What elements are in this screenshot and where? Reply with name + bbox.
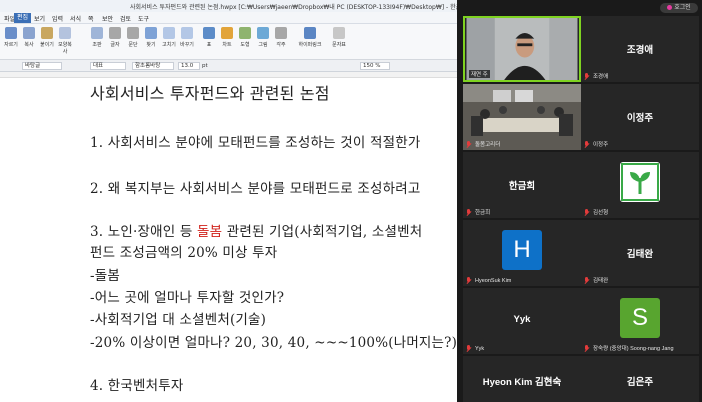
font-icon — [109, 27, 121, 39]
format-bar: 바탕글 대표 함초롬바탕 13.0 pt 150 % — [0, 60, 457, 72]
avatar: H — [502, 230, 542, 270]
zoom-select[interactable]: 150 % — [360, 62, 390, 70]
hwp-editor: 사회서비스 투자펀드와 관련된 논점.hwpx [C:₩Users₩jaeen₩… — [0, 0, 457, 402]
link-icon — [304, 27, 316, 39]
char-button[interactable]: 글자 — [106, 27, 124, 48]
find-button[interactable]: 찾기 — [142, 27, 160, 48]
highlighted-text: 돌봄 — [196, 224, 223, 240]
muted-mic-icon — [584, 209, 590, 216]
doc-line-7: -사회적기업 대 소셜벤처(기술) — [90, 312, 267, 328]
shape-button[interactable]: 도형 — [236, 27, 254, 48]
participant-tile[interactable]: Yyk Yyk — [463, 288, 581, 354]
search-icon — [145, 27, 157, 39]
muted-mic-icon — [584, 345, 590, 352]
doc-line-3: 3. 노인·장애인 등 돌봄 관련된 기업(사회적기업, 소셜벤처 — [90, 224, 423, 240]
cut-button[interactable]: 자르기 — [2, 27, 20, 48]
image-icon — [257, 27, 269, 39]
participant-tile[interactable]: 김은주 — [581, 356, 699, 402]
font-select[interactable]: 함초롬바탕 — [132, 62, 174, 70]
menu-view[interactable]: 보기 — [34, 14, 45, 23]
table-icon — [203, 27, 215, 39]
brush-icon — [59, 27, 71, 39]
menu-page[interactable]: 쪽 — [88, 14, 94, 23]
chart-icon — [221, 27, 233, 39]
doc-line-1: 1. 사회서비스 분야에 모태펀드를 조성하는 것이 적절한가 — [90, 135, 421, 151]
font-type-select[interactable]: 대표 — [90, 62, 126, 70]
font-size-unit: pt — [202, 63, 208, 69]
paragraph-button[interactable]: 문단 — [124, 27, 142, 48]
footnote-icon — [275, 27, 287, 39]
doc-line-4: 펀드 조성금액의 20% 미상 투자 — [90, 245, 278, 261]
doc-line-2: 2. 왜 복지부는 사회서비스 분야를 모태펀드로 조성하려고 — [90, 181, 421, 197]
muted-mic-icon — [466, 345, 472, 352]
menu-format[interactable]: 서식 — [70, 14, 81, 23]
copy-button[interactable]: 복사 — [20, 27, 38, 48]
participant-tile[interactable]: 돌봄고리더 — [463, 84, 581, 150]
paste-icon — [41, 27, 53, 39]
layout-button[interactable]: 조판 — [88, 27, 106, 48]
participant-tile[interactable]: 한금희 한금희 — [463, 152, 581, 218]
document-body[interactable]: 사회서비스 투자펀드와 관련된 논점 1. 사회서비스 분야에 모태펀드를 조성… — [0, 78, 457, 402]
font-size-input[interactable]: 13.0 — [178, 62, 200, 70]
doc-line-9: 4. 한국벤처투자 — [90, 378, 184, 394]
menu-insert[interactable]: 입력 — [52, 14, 63, 23]
participant-tile[interactable]: 이정주 이정주 — [581, 84, 699, 150]
window-title: 사회서비스 투자펀드와 관련된 논점.hwpx [C:₩Users₩jaeen₩… — [130, 4, 457, 11]
modify-button[interactable]: 고치기 — [160, 27, 178, 48]
menu-bar: 파일 편집 보기 입력 서식 쪽 보안 검토 도구 — [0, 12, 457, 24]
format-painter-button[interactable]: 모양복사 — [56, 27, 74, 55]
copy-icon — [23, 27, 35, 39]
symbol-button[interactable]: 문자표 — [330, 27, 348, 48]
doc-line-5: -돌봄 — [90, 268, 121, 284]
doc-line-6: -어느 곳에 얼마나 투자할 것인가? — [90, 290, 285, 306]
menu-security[interactable]: 보안 — [102, 14, 113, 23]
muted-mic-icon — [584, 141, 590, 148]
plant-icon — [620, 162, 660, 202]
participant-tile[interactable]: S 장숙량 (중앙대) Soong-nang Jang — [581, 288, 699, 354]
edit-icon — [163, 27, 175, 39]
participant-tile[interactable]: 조경애 조경애 — [581, 16, 699, 82]
chart-button[interactable]: 차트 — [218, 27, 236, 48]
paste-button[interactable]: 붙이기 — [38, 27, 56, 48]
video-call-panel: 호그인 재연 주 조경애 조경애 돌봄고리더 이정주 이정주 한금희 한금희 김… — [457, 0, 702, 402]
muted-mic-icon — [466, 209, 472, 216]
zoom-topbar: 호그인 — [457, 0, 702, 16]
paragraph-icon — [127, 27, 139, 39]
avatar: S — [620, 298, 660, 338]
menu-edit[interactable]: 편집 — [14, 13, 32, 23]
participant-tile[interactable]: 김선형 — [581, 152, 699, 218]
symbol-icon — [333, 27, 345, 39]
doc-line-8: -20% 이상이면 얼마나? 20, 30, 40, ~~~100%(나머지는?… — [90, 335, 457, 351]
ribbon-toolbar: 자르기 복사 붙이기 모양복사 조판 글자 문단 찾기 고치기 바꾸기 표 차트… — [0, 24, 457, 60]
muted-mic-icon — [584, 73, 590, 80]
muted-mic-icon — [466, 277, 472, 284]
shape-icon — [239, 27, 251, 39]
scissors-icon — [5, 27, 17, 39]
doc-title: 사회서비스 투자펀드와 관련된 논점 — [90, 84, 330, 103]
login-button[interactable]: 호그인 — [660, 3, 698, 13]
participant-tile[interactable]: 재연 주 — [463, 16, 581, 82]
menu-tools[interactable]: 도구 — [138, 14, 149, 23]
title-bar: 사회서비스 투자펀드와 관련된 논점.hwpx [C:₩Users₩jaeen₩… — [0, 0, 457, 12]
hyperlink-button[interactable]: 하이퍼링크 — [296, 27, 324, 48]
table-button[interactable]: 표 — [200, 27, 218, 48]
replace-button[interactable]: 바꾸기 — [178, 27, 196, 48]
muted-mic-icon — [584, 277, 590, 284]
footnote-button[interactable]: 각주 — [272, 27, 290, 48]
participant-tile[interactable]: Hyeon Kim 김현숙 — [463, 356, 581, 402]
picture-button[interactable]: 그림 — [254, 27, 272, 48]
style-select[interactable]: 바탕글 — [22, 62, 62, 70]
replace-icon — [181, 27, 193, 39]
layout-icon — [91, 27, 103, 39]
status-dot-icon — [667, 5, 673, 10]
participant-tile[interactable]: H HyeonSuk Kim — [463, 220, 581, 286]
participant-tile[interactable]: 김태완 김태완 — [581, 220, 699, 286]
menu-review[interactable]: 검토 — [120, 14, 131, 23]
muted-mic-icon — [466, 141, 472, 148]
